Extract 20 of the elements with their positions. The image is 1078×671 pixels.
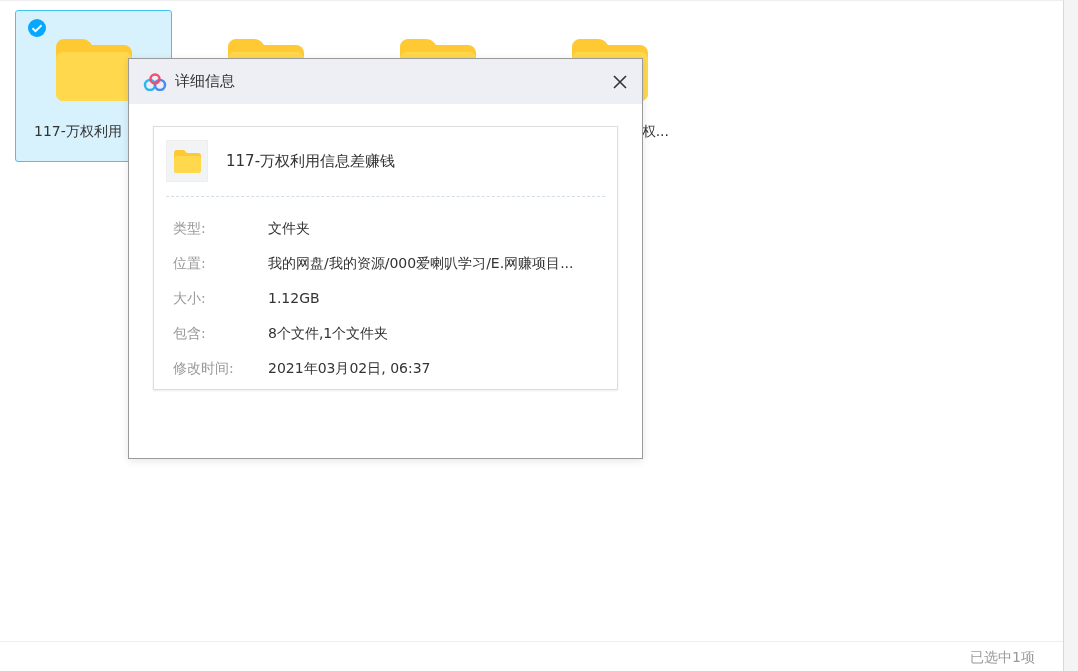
selection-count: 已选中1项 [970,647,1035,667]
close-button[interactable] [612,73,628,90]
cloud-logo-icon [143,72,167,91]
field-label: 位置: [172,254,207,273]
folder-icon [172,149,202,173]
field-value: 2021年03月02日, 06:37 [268,359,431,378]
folder-name: 117-万权利用 [34,123,122,139]
dialog-title: 详细信息 [175,71,235,93]
field-value: 文件夹 [268,219,310,238]
folder-name: 权... [641,123,669,139]
field-value: 1.12GB [268,289,320,308]
field-value: 我的网盘/我的资源/000爱喇叭学习/E.网赚项目... [268,254,574,273]
field-label: 修改时间: [172,359,235,378]
field-label: 包含: [172,324,207,343]
file-name: 117-万权利用信息差赚钱 [226,150,396,172]
field-label: 类型: [172,219,207,238]
field-value: 8个文件,1个文件夹 [268,324,389,343]
folder-icon [55,39,132,101]
check-icon [28,19,46,37]
field-label: 大小: [172,289,207,308]
